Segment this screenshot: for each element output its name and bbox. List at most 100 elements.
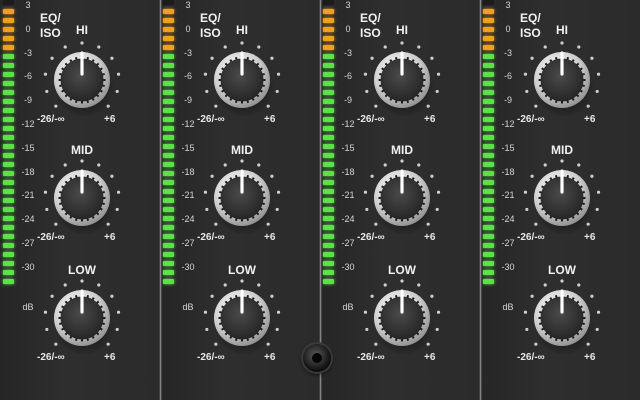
- meter-segment: [163, 234, 174, 239]
- eq-knob[interactable]: [37, 35, 127, 125]
- meter-segment: [3, 180, 14, 185]
- meter-segment: [3, 126, 14, 131]
- eq-knob[interactable]: [517, 273, 607, 363]
- knob-min-label: -26/-∞: [197, 352, 225, 363]
- meter-segment: [483, 207, 494, 212]
- scale-dot: [363, 310, 368, 314]
- meter-segment: [483, 54, 494, 59]
- meter-scale-label: -3: [23, 47, 32, 58]
- scale-dot: [205, 207, 209, 212]
- channel-strip: 3 0 -3 -6 -9 -12 -15 -18 -21 -24 -27 -30 dB EQ/ISO HI …: [0, 0, 160, 400]
- meter-segment: [323, 261, 334, 266]
- meter-segment: [163, 126, 174, 131]
- knob-min-label: -26/-∞: [517, 232, 545, 243]
- eq-knob[interactable]: [357, 273, 447, 363]
- scale-dot: [543, 45, 547, 49]
- meter-segment: [323, 153, 334, 158]
- meter-scale-label: -3: [343, 47, 352, 58]
- knob-min-label: -26/-∞: [517, 352, 545, 363]
- scale-dot: [365, 327, 369, 332]
- meter-segment: [483, 27, 494, 32]
- meter-segment: [483, 81, 494, 86]
- scale-dot: [590, 56, 594, 60]
- scale-dot: [80, 159, 84, 163]
- scale-dot: [417, 163, 421, 167]
- scale-dot: [595, 207, 599, 212]
- meter-segment: [163, 279, 174, 284]
- level-meter: [323, 0, 334, 302]
- scale-dot: [596, 310, 601, 314]
- meter-segment: [323, 99, 334, 104]
- scale-dot: [223, 45, 227, 49]
- scale-dot: [400, 41, 404, 45]
- meter-segment: [483, 279, 494, 284]
- scale-dot: [50, 56, 54, 60]
- meter-scale-label: -9: [183, 95, 192, 106]
- eq-knob[interactable]: [197, 273, 287, 363]
- scale-dot: [590, 294, 594, 298]
- meter-scale-label: 0: [345, 23, 351, 34]
- knob-min-label: -26/-∞: [37, 232, 65, 243]
- knob-graphic: [363, 41, 441, 116]
- meter-scale-label: -12: [21, 119, 35, 129]
- meter-segment: [163, 0, 174, 5]
- eq-knob[interactable]: [357, 153, 447, 243]
- meter-segment: [483, 216, 494, 221]
- meter-segment: [483, 252, 494, 257]
- knob-graphic: [363, 159, 441, 234]
- scale-dot: [400, 279, 404, 283]
- knob-graphic: [523, 159, 601, 234]
- channel-strip: 3 0 -3 -6 -9 -12 -15 -18 -21 -24 -27 -30 dB EQ/ISO HI …: [480, 0, 640, 400]
- scale-dot: [436, 72, 441, 76]
- knob-min-label: -26/-∞: [37, 352, 65, 363]
- meter-segment: [163, 216, 174, 221]
- eq-knob[interactable]: [37, 273, 127, 363]
- meter-segment: [163, 261, 174, 266]
- scale-dot: [97, 283, 101, 287]
- scale-dot: [400, 159, 404, 163]
- scale-dot: [365, 89, 369, 94]
- meter-segment: [483, 72, 494, 77]
- eq-knob[interactable]: [357, 35, 447, 125]
- meter-segment: [163, 27, 174, 32]
- meter-scale-label: -27: [21, 238, 35, 248]
- meter-segment: [323, 171, 334, 176]
- meter-segment: [163, 108, 174, 113]
- meter-segment: [3, 63, 14, 68]
- meter-segment: [3, 171, 14, 176]
- scale-dot: [435, 89, 439, 94]
- meter-segment: [323, 90, 334, 95]
- meter-segment: [483, 162, 494, 167]
- meter-segment: [483, 108, 494, 113]
- meter-segment: [323, 63, 334, 68]
- scale-dot: [363, 190, 368, 194]
- channel-divider: [479, 0, 482, 400]
- meter-segment: [3, 144, 14, 149]
- eq-knob[interactable]: [197, 153, 287, 243]
- channel-divider: [319, 0, 322, 400]
- meter-segment: [323, 207, 334, 212]
- scale-dot: [97, 163, 101, 167]
- meter-segment: [3, 27, 14, 32]
- scale-dot: [525, 327, 529, 332]
- eq-knob[interactable]: [517, 35, 607, 125]
- scale-dot: [115, 207, 119, 212]
- eq-knob[interactable]: [517, 153, 607, 243]
- eq-knob[interactable]: [197, 35, 287, 125]
- level-meter: [483, 0, 494, 302]
- meter-scale-label: -15: [21, 142, 35, 153]
- eq-knob[interactable]: [37, 153, 127, 243]
- meter-segment: [323, 225, 334, 230]
- scale-dot: [534, 104, 538, 108]
- meter-scale-label: -9: [23, 95, 32, 106]
- knob-min-label: -26/-∞: [37, 114, 65, 125]
- meter-segment: [483, 99, 494, 104]
- meter-segment: [3, 270, 14, 275]
- knob-min-label: -26/-∞: [517, 114, 545, 125]
- meter-scale-label: -30: [341, 261, 355, 272]
- scale-dot: [110, 294, 114, 298]
- scale-dot: [374, 342, 378, 346]
- meter-scale-label: -24: [341, 214, 355, 225]
- knob-min-label: -26/-∞: [197, 232, 225, 243]
- scale-dot: [543, 283, 547, 287]
